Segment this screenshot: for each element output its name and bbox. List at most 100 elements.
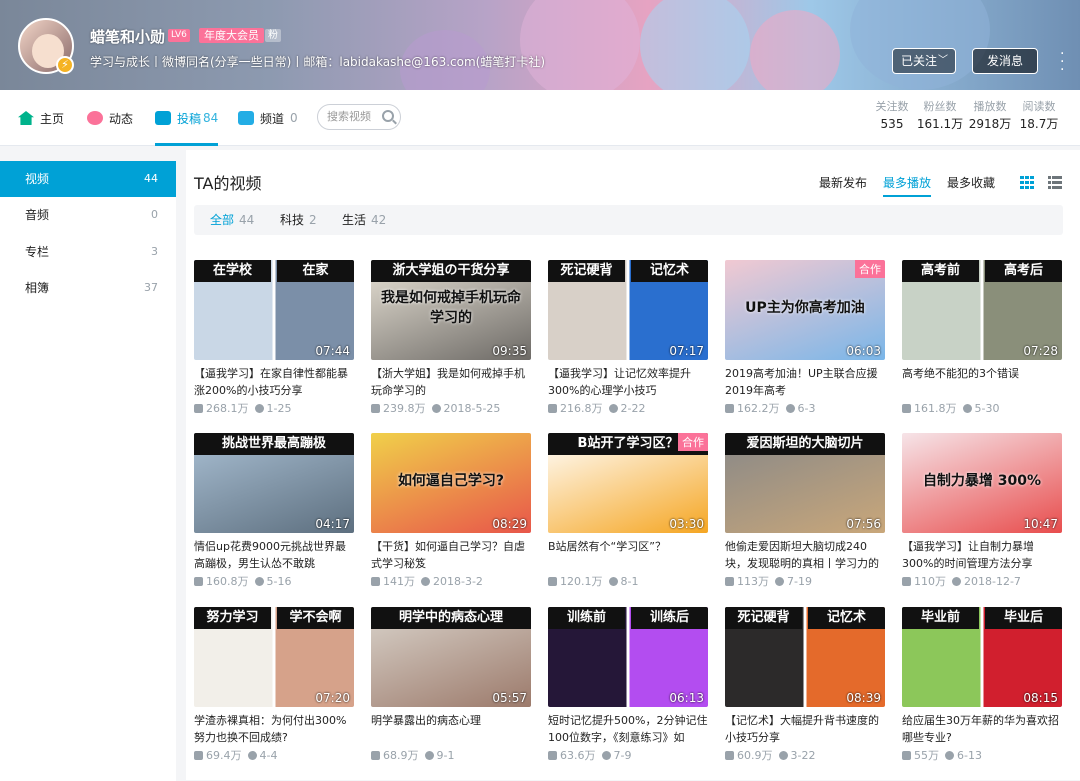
video-thumbnail[interactable]: 高考前 高考后 07:28: [902, 260, 1062, 360]
video-thumbnail[interactable]: 训练前 训练后 06:13: [548, 607, 708, 707]
video-thumbnail[interactable]: 明学中的病态心理 05:57: [371, 607, 531, 707]
sort-most-played[interactable]: 最多播放: [883, 174, 932, 197]
more-icon[interactable]: · · ·: [1060, 47, 1064, 77]
video-card[interactable]: 死记硬背 记忆术 08:39 【记忆术】大幅提升背书速度的小技巧分享 60.9万 3-22: [725, 607, 885, 764]
sidebar-item-audio[interactable]: 音频 0: [0, 197, 176, 233]
video-title[interactable]: 给应届生30万年薪的华为喜欢招哪些专业?: [902, 712, 1062, 746]
search-input[interactable]: 搜索视频: [317, 104, 401, 130]
filter-life[interactable]: 生活 42: [342, 205, 386, 235]
video-meta: 110万 2018-12-7: [902, 574, 1062, 590]
video-card[interactable]: 高考前 高考后 07:28 高考绝不能犯的3个错误 161.8万 5-30: [902, 260, 1062, 417]
follow-button[interactable]: 已关注 ﹀: [892, 48, 956, 74]
video-card[interactable]: 毕业前 毕业后 08:15 给应届生30万年薪的华为喜欢招哪些专业? 55万 6-13: [902, 607, 1062, 764]
play-count: 110万: [914, 575, 946, 588]
video-card[interactable]: 训练前 训练后 06:13 短时记忆提升500%，2分钟记住100位数字，《刻意练习》…: [548, 607, 708, 764]
play-count-icon: [194, 751, 203, 760]
tab-dynamic[interactable]: 动态: [87, 90, 133, 146]
collab-badge: 合作: [855, 260, 885, 278]
thumb-caption-left: 在学校: [194, 260, 271, 282]
video-card[interactable]: 明学中的病态心理 05:57 明学暴露出的病态心理 68.9万 9-1: [371, 607, 531, 764]
clock-icon: [431, 404, 441, 413]
play-count: 216.8万: [560, 402, 603, 415]
sidebar-item-album[interactable]: 相簿 37: [0, 270, 176, 306]
video-card[interactable]: B站开了学习区？ 合作 03:30 B站居然有个“学习区”？ 120.1万 8-1: [548, 433, 708, 590]
stat-reads: 阅读数 18.7万: [1013, 100, 1065, 134]
search-icon[interactable]: [382, 110, 394, 122]
video-thumbnail[interactable]: 如何逼自己学习? 08:29: [371, 433, 531, 533]
video-card[interactable]: 在学校 在家 07:44 【逼我学习】在家自律性都能暴涨200%的小技巧分享 268.1…: [194, 260, 354, 417]
thumb-subtitle: 自制力暴增 300%: [922, 473, 1042, 489]
video-title[interactable]: 明学暴露出的病态心理: [371, 712, 531, 746]
video-meta: 162.2万 6-3: [725, 401, 885, 417]
video-card[interactable]: 努力学习 学不会啊 07:20 学渣赤裸真相：为何付出300%努力也换不回成绩? 69.…: [194, 607, 354, 764]
video-card[interactable]: 自制力暴增 300% 10:47 【逼我学习】让自制力暴增300%的时间管理方法分享…: [902, 433, 1062, 590]
tab-channel[interactable]: 频道 0: [238, 90, 298, 146]
stat-following[interactable]: 关注数 535: [866, 100, 918, 134]
video-card[interactable]: 如何逼自己学习? 08:29 【干货】如何逼自己学习？自虐式学习秘笈 141万 2018…: [371, 433, 531, 590]
fan-badge: 粉: [265, 29, 281, 42]
video-thumbnail[interactable]: 浙大学姐の干货分享 我是如何戒掉手机玩命学习的 09:35: [371, 260, 531, 360]
video-title[interactable]: 【浙大学姐】我是如何戒掉手机玩命学习的: [371, 365, 531, 399]
video-title[interactable]: 情侣up花费9000元挑战世界最高蹦极，男生认怂不敢跳: [194, 538, 354, 572]
video-thumbnail[interactable]: 努力学习 学不会啊 07:20: [194, 607, 354, 707]
tab-home[interactable]: 主页: [18, 90, 64, 146]
stat-label: 关注数: [875, 100, 909, 113]
dynamic-icon: [87, 111, 103, 125]
play-count-icon: [371, 577, 380, 586]
video-title[interactable]: 高考绝不能犯的3个错误: [902, 365, 1062, 399]
tab-upload-label: 投稿: [177, 111, 202, 126]
sidebar-item-video[interactable]: 视频 44: [0, 161, 176, 197]
video-title[interactable]: 学渣赤裸真相：为何付出300%努力也换不回成绩?: [194, 712, 354, 746]
thumb-caption-left: 训练前: [548, 607, 625, 629]
video-thumbnail[interactable]: 挑战世界最高蹦极 04:17: [194, 433, 354, 533]
list-view-icon[interactable]: [1048, 176, 1062, 189]
video-title[interactable]: 【干货】如何逼自己学习？自虐式学习秘笈: [371, 538, 531, 572]
clock-icon: [254, 404, 264, 413]
filter-tech[interactable]: 科技 2: [280, 205, 317, 235]
video-card[interactable]: 死记硬背 记忆术 07:17 【逼我学习】让记忆效率提升300%的心理学小技巧 216.…: [548, 260, 708, 417]
stat-fans[interactable]: 粉丝数 161.1万: [914, 100, 966, 134]
video-thumbnail[interactable]: 在学校 在家 07:44: [194, 260, 354, 360]
video-title[interactable]: 【逼我学习】在家自律性都能暴涨200%的小技巧分享: [194, 365, 354, 399]
filter-bar: [194, 205, 1063, 235]
video-card[interactable]: UP主为你高考加油 合作 06:03 2019高考加油！UP主联合应援2019年高考 1…: [725, 260, 885, 417]
filter-all[interactable]: 全部 44: [210, 205, 254, 235]
upload-date: 5-30: [974, 402, 1000, 415]
video-thumbnail[interactable]: 自制力暴增 300% 10:47: [902, 433, 1062, 533]
video-card[interactable]: 爱因斯坦的大脑切片 07:56 他偷走爱因斯坦大脑切成240块，发现聪明的真相丨学习…: [725, 433, 885, 590]
video-thumbnail[interactable]: 毕业前 毕业后 08:15: [902, 607, 1062, 707]
clock-icon: [254, 577, 264, 586]
tab-channel-label: 频道: [260, 111, 285, 126]
play-count-icon: [548, 751, 557, 760]
clock-icon: [608, 404, 618, 413]
video-card[interactable]: 浙大学姐の干货分享 我是如何戒掉手机玩命学习的 09:35 【浙大学姐】我是如何戒掉手…: [371, 260, 531, 417]
video-thumbnail[interactable]: 死记硬背 记忆术 08:39: [725, 607, 885, 707]
video-title[interactable]: 【逼我学习】让自制力暴增300%的时间管理方法分享: [902, 538, 1062, 572]
thumb-caption-right: 训练后: [631, 607, 708, 629]
upload-date: 7-9: [613, 749, 632, 762]
video-card[interactable]: 挑战世界最高蹦极 04:17 情侣up花费9000元挑战世界最高蹦极，男生认怂不敢跳…: [194, 433, 354, 590]
video-title[interactable]: B站居然有个“学习区”？: [548, 538, 708, 572]
stat-plays: 播放数 2918万: [964, 100, 1016, 134]
video-title[interactable]: 【逼我学习】让记忆效率提升300%的心理学小技巧: [548, 365, 708, 399]
play-count: 141万: [383, 575, 415, 588]
video-thumbnail[interactable]: 爱因斯坦的大脑切片 07:56: [725, 433, 885, 533]
upload-date: 7-19: [787, 575, 812, 588]
grid-view-icon[interactable]: [1020, 176, 1034, 189]
upload-icon: [155, 111, 171, 125]
sidebar-item-article[interactable]: 专栏 3: [0, 234, 176, 270]
video-thumbnail[interactable]: B站开了学习区？ 合作 03:30: [548, 433, 708, 533]
video-title[interactable]: 他偷走爱因斯坦大脑切成240块，发现聪明的真相丨学习力的: [725, 538, 885, 572]
message-button[interactable]: 发消息: [972, 48, 1038, 74]
video-title[interactable]: 短时记忆提升500%，2分钟记住100位数字，《刻意练习》如: [548, 712, 708, 746]
tab-upload[interactable]: 投稿 84: [155, 90, 219, 146]
video-title[interactable]: 【记忆术】大幅提升背书速度的小技巧分享: [725, 712, 885, 746]
video-duration: 06:13: [669, 691, 704, 705]
sort-most-favorited[interactable]: 最多收藏: [947, 174, 995, 191]
thumb-subtitle: 如何逼自己学习?: [397, 473, 505, 489]
sort-latest[interactable]: 最新发布: [819, 174, 867, 191]
video-thumbnail[interactable]: UP主为你高考加油 合作 06:03: [725, 260, 885, 360]
filter-count: 42: [371, 213, 387, 227]
video-thumbnail[interactable]: 死记硬背 记忆术 07:17: [548, 260, 708, 360]
video-title[interactable]: 2019高考加油！UP主联合应援2019年高考: [725, 365, 885, 399]
